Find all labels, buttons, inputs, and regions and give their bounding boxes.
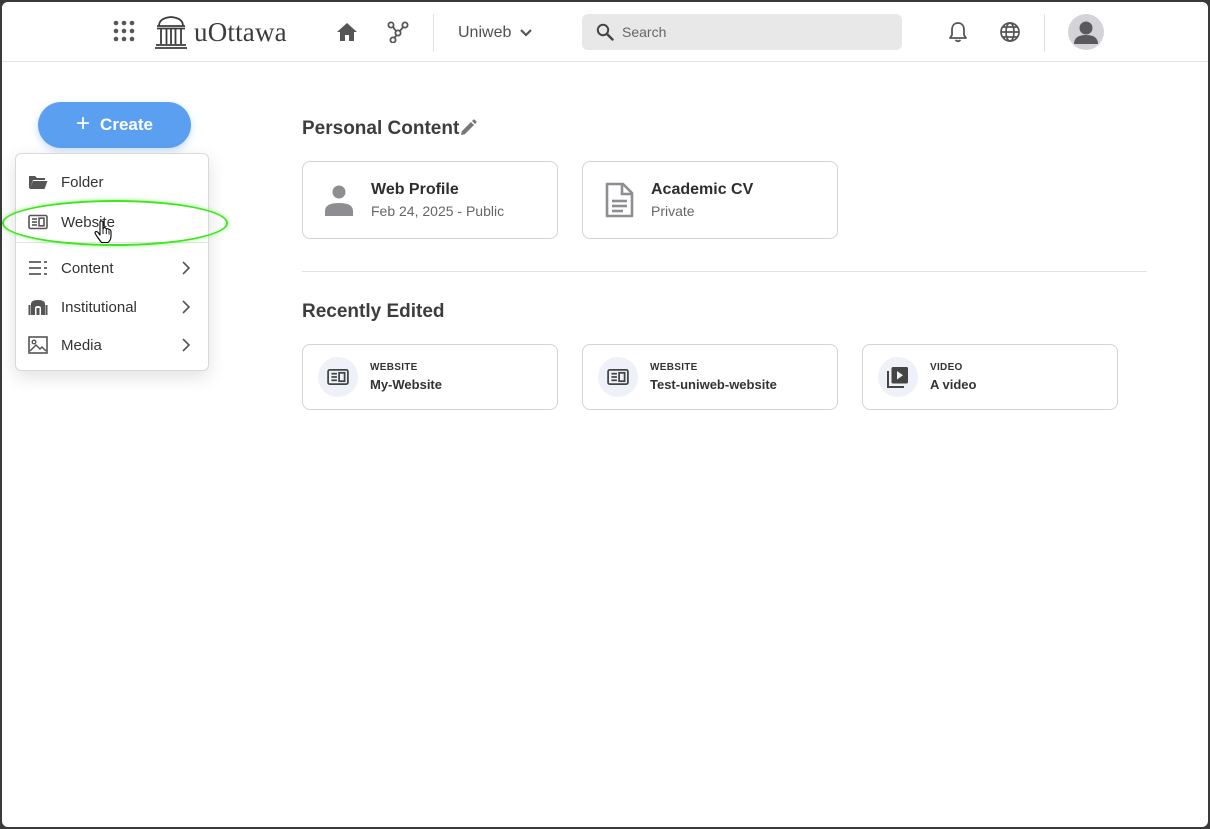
menu-divider — [16, 242, 208, 243]
menu-item-media[interactable]: Media — [16, 327, 208, 363]
website-icon — [598, 357, 638, 397]
recent-item-card[interactable]: WEBSITE Test-uniweb-website — [582, 344, 838, 410]
workspace-selector[interactable]: Uniweb — [458, 18, 533, 48]
item-type: WEBSITE — [370, 362, 418, 373]
menu-item-label: Institutional — [61, 298, 137, 316]
search-input[interactable] — [622, 24, 882, 40]
menu-item-content[interactable]: Content — [16, 250, 208, 286]
menu-item-folder[interactable]: Folder — [16, 164, 208, 200]
web-profile-card[interactable]: Web Profile Feb 24, 2025 - Public — [302, 161, 558, 239]
recent-item-card[interactable]: VIDEO A video — [862, 344, 1118, 410]
card-subtitle: Feb 24, 2025 - Public — [371, 203, 505, 219]
chevron-right-icon — [182, 300, 191, 314]
workspace-label: Uniweb — [458, 24, 512, 41]
person-icon — [1074, 21, 1098, 44]
bell-icon[interactable] — [946, 20, 970, 44]
menu-item-label: Content — [61, 259, 114, 277]
document-icon — [601, 182, 637, 218]
item-name: My-Website — [370, 377, 442, 392]
recently-edited-title: Recently Edited — [302, 301, 445, 322]
list-icon — [28, 258, 48, 278]
academic-cv-card[interactable]: Academic CV Private — [582, 161, 838, 239]
menu-item-label: Folder — [61, 173, 104, 191]
pencil-edit-icon[interactable] — [459, 119, 477, 137]
card-text: Academic CV Private — [651, 181, 753, 219]
chevron-right-icon — [182, 338, 191, 352]
user-avatar[interactable] — [1068, 14, 1104, 50]
video-library-icon — [878, 357, 918, 397]
website-icon — [318, 357, 358, 397]
app-window: uOttawa Uniweb Search + Create Folder We… — [2, 2, 1208, 827]
menu-item-label: Media — [61, 336, 102, 354]
search-icon — [596, 23, 614, 41]
create-menu: Folder Website Content Institutional Med… — [15, 153, 209, 371]
item-type: VIDEO — [930, 362, 963, 373]
menu-item-institutional[interactable]: Institutional — [16, 289, 208, 325]
home-icon[interactable] — [335, 20, 359, 44]
header-divider — [433, 14, 434, 52]
image-icon — [28, 335, 48, 355]
menu-item-website[interactable]: Website — [16, 204, 208, 240]
card-text: WEBSITE My-Website — [370, 362, 442, 392]
website-icon — [28, 212, 48, 232]
uottawa-logo[interactable]: uOttawa — [154, 12, 287, 52]
globe-icon[interactable] — [998, 20, 1022, 44]
item-type: WEBSITE — [650, 362, 698, 373]
search-bar[interactable] — [582, 14, 902, 50]
institution-icon — [28, 297, 48, 317]
person-icon — [321, 182, 357, 218]
card-text: WEBSITE Test-uniweb-website — [650, 362, 777, 392]
chevron-right-icon — [182, 261, 191, 275]
card-subtitle: Private — [651, 203, 695, 219]
card-text: Web Profile Feb 24, 2025 - Public — [371, 181, 504, 219]
card-text: VIDEO A video — [930, 362, 976, 392]
apps-grid-icon[interactable] — [112, 19, 136, 43]
card-title: Web Profile — [371, 181, 459, 198]
card-title: Academic CV — [651, 181, 754, 198]
create-button[interactable]: + Create — [38, 102, 191, 148]
section-divider — [302, 271, 1147, 272]
folder-open-icon — [28, 172, 48, 192]
create-button-label: Create — [100, 115, 153, 134]
university-building-icon — [155, 16, 187, 49]
plus-icon: + — [76, 110, 91, 137]
logo-text: uOttawa — [194, 16, 287, 47]
recent-item-card[interactable]: WEBSITE My-Website — [302, 344, 558, 410]
personal-content-title: Personal Content — [302, 118, 460, 139]
top-bar: uOttawa Uniweb — [2, 2, 1208, 62]
chevron-down-icon — [520, 29, 533, 37]
header-divider — [1044, 14, 1045, 52]
menu-item-label: Website — [61, 213, 115, 231]
network-graph-icon[interactable] — [386, 20, 410, 44]
item-name: Test-uniweb-website — [650, 377, 777, 392]
item-name: A video — [930, 377, 977, 392]
